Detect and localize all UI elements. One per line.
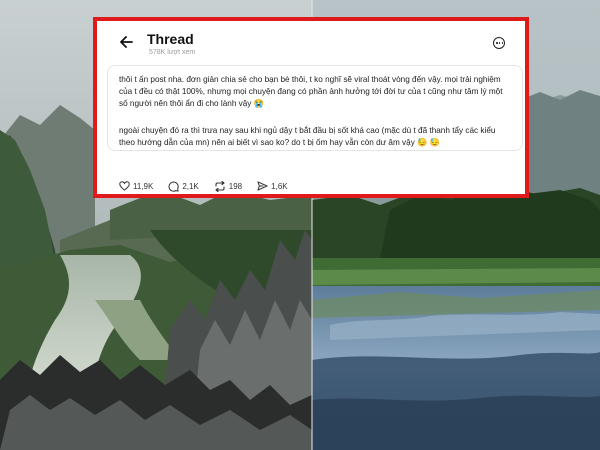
thread-header: Thread 578K lượt xem [97, 21, 525, 67]
post-paragraph-1: thôi t ấn post nha. đơn giản chia sẻ cho… [119, 75, 503, 108]
repost-icon [215, 180, 225, 192]
like-count: 11,9K [133, 181, 154, 191]
thread-post-card: Thread 578K lượt xem thôi t ấn post nha.… [93, 17, 529, 198]
share-button[interactable]: 1,6K [257, 181, 288, 191]
repost-button[interactable]: 198 [214, 180, 243, 192]
comment-button[interactable]: 2,1K [168, 181, 199, 192]
view-count: 578K lượt xem [149, 49, 196, 56]
more-circle-icon[interactable] [493, 37, 505, 49]
repost-count: 198 [228, 181, 243, 191]
comment-icon [168, 181, 179, 192]
arrow-left-icon[interactable] [119, 35, 133, 53]
like-button[interactable]: 11,9K [119, 181, 153, 191]
post-paragraph-2: ngoài chuyện đó ra thì trưa nay sau khi … [119, 126, 496, 147]
comment-count: 2,1K [182, 181, 199, 191]
page-title: Thread [147, 31, 194, 47]
share-count: 1,6K [271, 181, 288, 191]
post-stats: 11,9K 2,1K 198 1,6K [119, 179, 303, 193]
heart-icon [119, 181, 130, 191]
share-icon [257, 181, 268, 191]
